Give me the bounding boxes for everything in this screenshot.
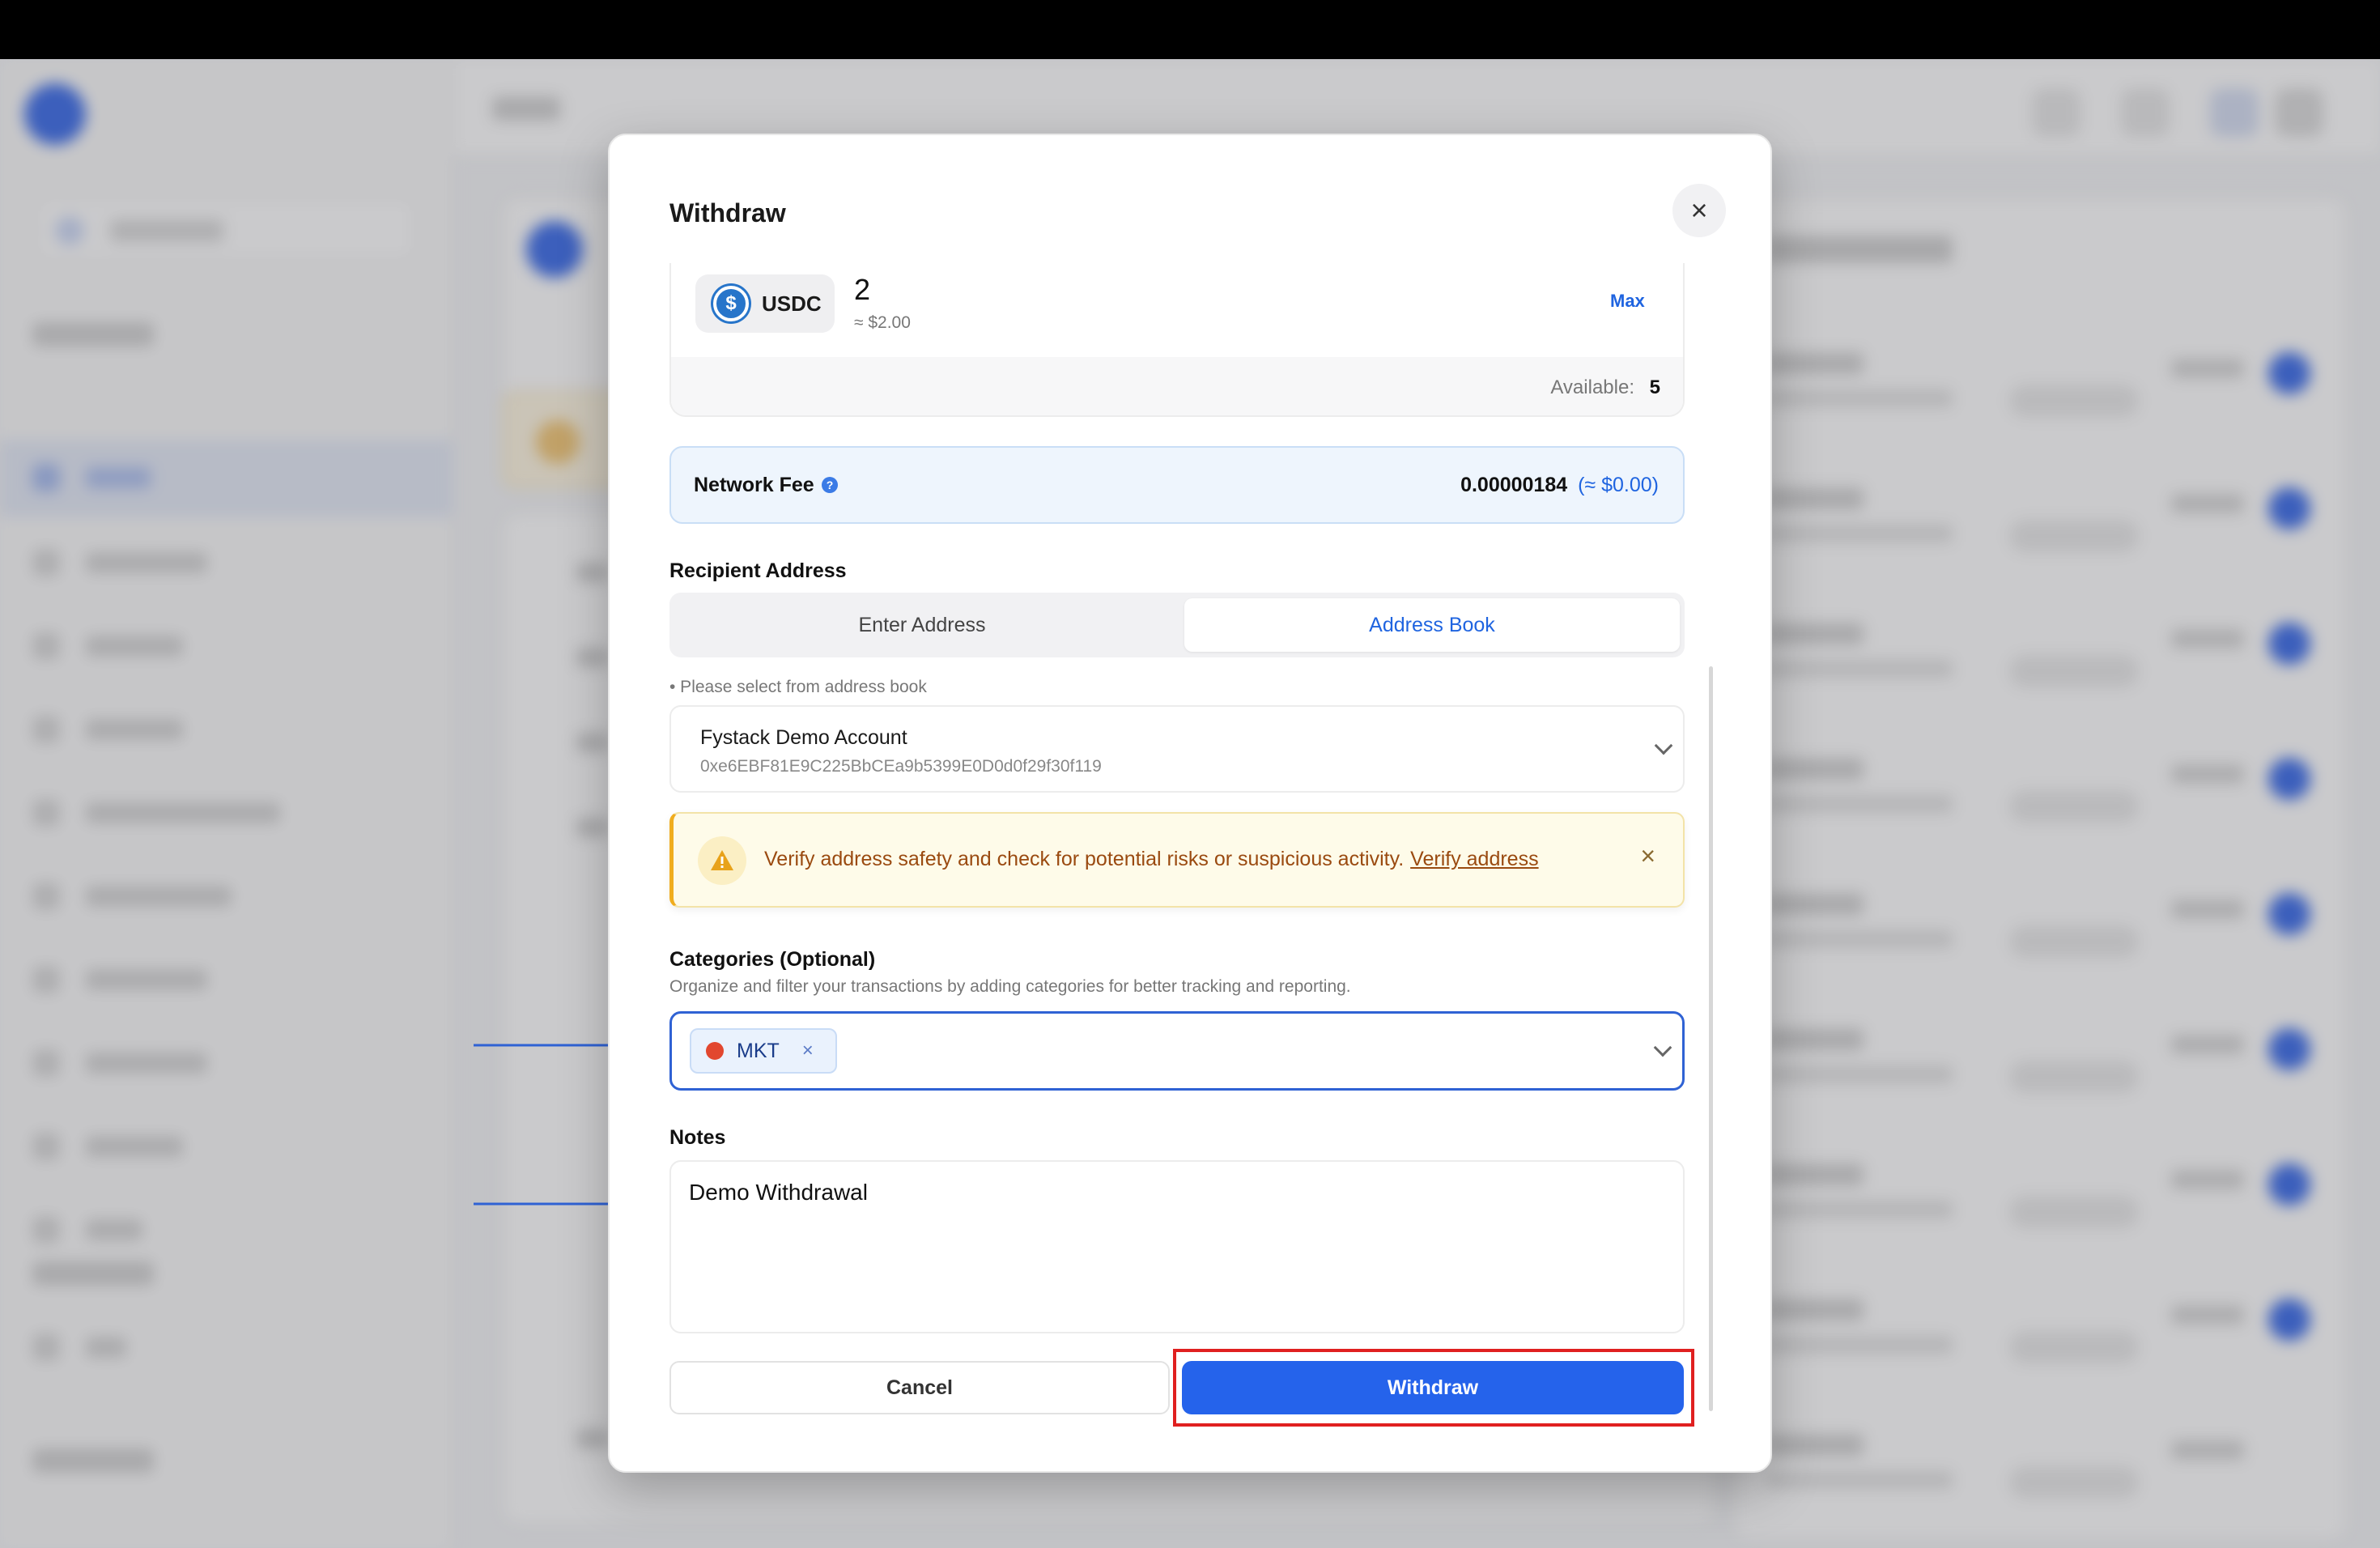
- modal-scrollbar[interactable]: [1709, 666, 1713, 1411]
- category-tag-label: MKT: [737, 1039, 780, 1062]
- close-button[interactable]: ×: [1672, 184, 1726, 237]
- amount-usd-value: ≈ $2.00: [854, 313, 911, 332]
- warning-close-button[interactable]: ×: [1640, 841, 1655, 871]
- categories-description: Organize and filter your transactions by…: [669, 977, 1351, 996]
- chevron-down-icon: [1654, 736, 1673, 755]
- notes-label: Notes: [669, 1126, 726, 1149]
- amount-input-row: $ USDC 2 ≈ $2.00 Max: [671, 263, 1683, 357]
- recipient-mode-toggle: Enter Address Address Book: [669, 593, 1685, 657]
- address-safety-warning: Verify address safety and check for pote…: [669, 812, 1685, 908]
- address-book-hint: • Please select from address book: [669, 678, 927, 696]
- categories-label: Categories (Optional): [669, 948, 876, 971]
- token-selector[interactable]: $ USDC: [695, 274, 835, 333]
- network-fee-label: Network Fee: [694, 474, 814, 496]
- question-icon[interactable]: ?: [822, 477, 838, 493]
- usdc-coin-icon: $: [713, 286, 749, 321]
- modal-title: Withdraw: [669, 198, 786, 228]
- address-book-select[interactable]: Fystack Demo Account 0xe6EBF81E9C225BbCE…: [669, 705, 1685, 793]
- top-bar: [0, 0, 2380, 59]
- available-value: 5: [1649, 376, 1660, 398]
- max-button[interactable]: Max: [1610, 291, 1645, 312]
- remove-tag-icon[interactable]: ×: [802, 1040, 814, 1062]
- categories-select[interactable]: MKT ×: [669, 1011, 1685, 1091]
- withdraw-highlight-box: [1173, 1349, 1694, 1427]
- token-name: USDC: [762, 291, 822, 316]
- chevron-down-icon: [1653, 1038, 1672, 1057]
- network-fee-amount: 0.00000184 (≈ $0.00): [1460, 474, 1659, 497]
- warning-message: Verify address safety and check for pote…: [764, 848, 1405, 870]
- tab-enter-address[interactable]: Enter Address: [674, 598, 1170, 652]
- tab-address-book[interactable]: Address Book: [1184, 598, 1680, 652]
- selected-address-name: Fystack Demo Account: [700, 726, 907, 749]
- amount-box: $ USDC 2 ≈ $2.00 Max Available: 5: [669, 263, 1685, 417]
- category-color-dot: [706, 1042, 724, 1060]
- selected-address-hash: 0xe6EBF81E9C225BbCEa9b5399E0D0d0f29f30f1…: [700, 757, 1102, 776]
- recipient-address-label: Recipient Address: [669, 559, 847, 582]
- cancel-button[interactable]: Cancel: [669, 1361, 1170, 1414]
- verify-address-link[interactable]: Verify address: [1410, 848, 1538, 870]
- warning-triangle-icon: [698, 836, 746, 885]
- available-label: Available:: [1550, 376, 1634, 398]
- network-fee-box: Network Fee ? 0.00000184 (≈ $0.00): [669, 446, 1685, 524]
- withdraw-modal: Withdraw × $ USDC 2 ≈ $2.00 Max Availabl…: [608, 134, 1772, 1473]
- close-icon: ×: [1690, 194, 1708, 227]
- category-tag: MKT ×: [690, 1028, 837, 1074]
- available-row: Available: 5: [671, 357, 1683, 415]
- notes-textarea[interactable]: Demo Withdrawal: [669, 1160, 1685, 1333]
- warning-text: Verify address safety and check for pote…: [764, 848, 1539, 871]
- network-fee-usd: (≈ $0.00): [1578, 474, 1659, 496]
- amount-input[interactable]: 2: [854, 273, 870, 307]
- network-fee-value: 0.00000184: [1460, 474, 1568, 496]
